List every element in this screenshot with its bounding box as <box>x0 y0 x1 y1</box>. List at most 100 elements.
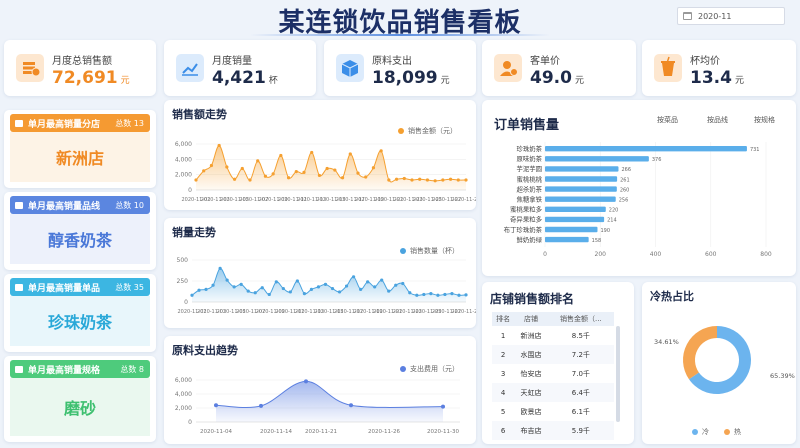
data-point <box>330 286 335 291</box>
column-header: 排名 <box>492 312 515 326</box>
data-point <box>408 291 412 295</box>
data-point <box>387 178 391 182</box>
table-scrollbar[interactable] <box>616 326 620 422</box>
data-point <box>197 288 201 292</box>
data-point <box>263 174 268 178</box>
bar <box>545 146 747 152</box>
data-point <box>316 285 321 289</box>
calendar-icon <box>683 12 692 20</box>
volume-trend-card: 销量走势 销售数量（杯） 500 250 0 2020-11-01 2020-11-03… <box>164 218 476 328</box>
data-point <box>267 292 271 297</box>
data-point <box>464 293 468 297</box>
x-tick-label: 0 <box>543 251 547 258</box>
kpi-label: 杯均价 <box>690 56 720 67</box>
data-label: 266 <box>621 167 631 173</box>
kpi-value: 49.0 元 <box>530 68 584 88</box>
table-title: 店铺销售额排名 <box>490 292 575 306</box>
data-point <box>457 293 461 297</box>
card-header: 单月最高销量分店 总数 13 <box>10 114 150 132</box>
hot-slice <box>683 326 717 380</box>
bar <box>545 236 589 243</box>
title-underline <box>250 34 550 36</box>
order-volume-card: 订单销售量 按菜品 按品线 按规格 0 200 400 600 800 珍珠奶茶 731 原味… <box>482 100 796 276</box>
data-point <box>288 290 292 294</box>
data-label: 376 <box>652 157 662 163</box>
data-point <box>402 176 406 181</box>
data-point <box>309 287 314 291</box>
card-count: 总数 8 <box>120 364 144 374</box>
data-point <box>225 165 229 169</box>
ranking-table: 排名 店铺 销售金额（... 1 新洲店 8.5千 2 水围店 7.2千 3 怡安店 7.0… <box>492 312 614 440</box>
data-point <box>310 150 314 155</box>
data-point <box>394 283 398 287</box>
sales-icon <box>16 54 44 82</box>
x-tick-label: 2020-11-21 <box>305 429 337 435</box>
card-count: 总数 10 <box>115 200 144 210</box>
data-point <box>194 178 198 182</box>
data-label: 260 <box>620 187 630 193</box>
column-header: 销售金额（... <box>547 312 614 326</box>
data-point <box>371 166 376 170</box>
category-label: 芋泥芋圆 <box>516 165 542 173</box>
top-item-card: 单月最高销量单品 总数 35 珍珠奶茶 <box>4 274 156 352</box>
x-tick-label: 2020-11-30 <box>427 429 459 435</box>
data-point <box>256 159 260 163</box>
kpi-value: 72,691 元 <box>52 68 130 88</box>
x-tick-label: 600 <box>705 251 717 258</box>
category-label: 布丁珍珠奶茶 <box>504 225 543 234</box>
data-label: 158 <box>592 238 602 244</box>
data-point <box>211 283 215 287</box>
data-point <box>441 178 445 182</box>
x-tick-label: 2020-11-26 <box>368 429 400 435</box>
data-point <box>232 285 236 289</box>
data-point <box>248 178 252 182</box>
chart-icon <box>176 54 204 82</box>
hot-cold-donut: 65.39% 34.61% <box>654 326 795 394</box>
data-point <box>394 177 399 181</box>
slice-label-hot: 34.61% <box>654 338 679 346</box>
data-point <box>214 403 218 408</box>
top-store-card: 单月最高销量分店 总数 13 新洲店 <box>4 110 156 188</box>
area-fill <box>192 268 466 302</box>
cost-trend-card: 原料支出趋势 支出费用（元） 6,000 4,000 2,000 0 2020-11-0… <box>164 336 476 444</box>
legend-label: 冷 <box>702 428 709 436</box>
card-value: 新洲店 <box>10 132 150 182</box>
month-picker[interactable]: 2020-11 <box>677 7 785 25</box>
box-icon <box>336 54 364 82</box>
category-label: 原味奶茶 <box>516 154 542 163</box>
table-row: 2 水围店 7.2千 <box>492 345 614 364</box>
kpi-value: 4,421 杯 <box>212 68 278 88</box>
data-point <box>253 291 257 295</box>
bar <box>545 196 616 202</box>
legend-label: 热 <box>734 428 741 436</box>
legend-hot: 热 <box>724 427 741 437</box>
data-point <box>302 170 306 174</box>
legend-cold: 冷 <box>692 427 709 437</box>
data-point <box>274 280 278 284</box>
area-fill <box>216 381 443 422</box>
bar <box>545 176 618 182</box>
data-point <box>325 166 329 171</box>
cost-trend-chart: 6,000 4,000 2,000 0 2020-11-04 2020-11-14 2020… <box>175 377 460 435</box>
category-label: 蜜桃果粒多 <box>510 205 543 214</box>
bar <box>545 166 619 172</box>
area-fill <box>196 145 466 190</box>
top-line-card: 单月最高销量品线 总数 10 醇香奶茶 <box>4 192 156 270</box>
data-point <box>302 292 307 296</box>
data-point <box>281 286 285 291</box>
bar <box>545 156 649 162</box>
data-point <box>304 379 308 384</box>
y-tick-label: 0 <box>188 419 192 426</box>
table-row: 3 怡安店 7.0千 <box>500 369 590 378</box>
spec-icon <box>15 365 23 373</box>
kpi-label: 原料支出 <box>372 56 412 67</box>
category-label: 珍珠奶茶 <box>516 144 542 153</box>
data-point <box>323 282 328 286</box>
sales-trend-chart: 6,0004,0002,00002020-11-012020-11-032020… <box>175 141 476 203</box>
table-row: 5 欧景店 6.1千 <box>500 407 590 416</box>
data-point <box>218 266 222 270</box>
grid-icon <box>15 283 23 291</box>
column-header: 店铺 <box>514 312 548 326</box>
x-tick-label: 2020-11-04 <box>200 429 232 435</box>
kpi-value: 13.4 元 <box>690 68 744 88</box>
